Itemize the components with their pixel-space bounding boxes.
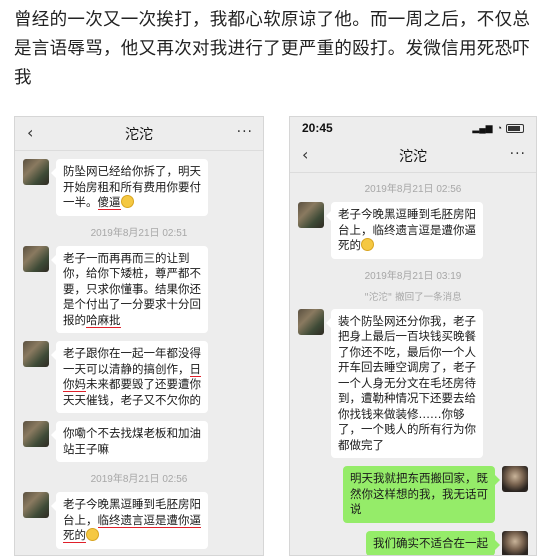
more-icon[interactable]: ··· bbox=[510, 146, 526, 162]
message-bubble-self[interactable]: 我们确实不适合在一起 bbox=[366, 530, 500, 555]
post-caption: 曾经的一次又一次挨打，我都心软原谅了他。而一周之后，不仅总是言语辱骂，他又再次对… bbox=[14, 10, 531, 88]
message-bubble[interactable]: 装个防坠网还分你我，老子把身上最后一百块钱买晚餐了你还不吃，最后你一个人开车回去… bbox=[326, 308, 483, 458]
more-icon[interactable]: ··· bbox=[237, 124, 253, 140]
timestamp: 2019年8月21日 03:19 bbox=[364, 270, 462, 282]
emoji-icon bbox=[120, 195, 134, 208]
message-row: 老子今晚黑逗睡到毛胚房阳台上，临终遗言逗是遭你逼死的 bbox=[298, 202, 528, 259]
timestamp: 2019年8月21日 02:51 bbox=[90, 227, 188, 239]
avatar[interactable] bbox=[23, 492, 49, 518]
emoji-icon bbox=[361, 238, 374, 251]
left-chat-screenshot: ‹ 沱沱 ··· 防坠网已经给你拆了，明天开始房租和所有费用你要付一半。傻逼 2… bbox=[14, 116, 264, 556]
timestamp: 2019年8月21日 02:56 bbox=[90, 474, 188, 485]
avatar[interactable] bbox=[502, 466, 528, 492]
chat-header: ‹ 沱沱 ··· bbox=[290, 139, 536, 173]
message-row: 装个防坠网还分你我，老子把身上最后一百块钱买晚餐了你还不吃，最后你一个人开车回去… bbox=[298, 308, 528, 458]
message-row: 防坠网已经给你拆了，明天开始房租和所有费用你要付一半。傻逼 bbox=[23, 159, 255, 216]
underlined-text: 傻逼 bbox=[97, 195, 121, 210]
underlined-text: 哈麻批 bbox=[86, 312, 121, 328]
emoji-icon bbox=[86, 528, 99, 541]
wifi-icon: ◔ bbox=[496, 123, 502, 133]
message-row-self: 明天我就把东西搬回家，既然你这样想的我，我无话可说 bbox=[298, 466, 528, 523]
message-bubble-self[interactable]: 明天我就把东西搬回家，既然你这样想的我，我无话可说 bbox=[343, 466, 500, 523]
chat-title: 沱沱 bbox=[399, 148, 427, 165]
message-bubble[interactable]: 老子一而再再而三的让到你，给你下矮桩，尊严都不要，只求你懂事。结果你还是个付出了… bbox=[51, 245, 208, 333]
avatar[interactable] bbox=[23, 421, 49, 447]
avatar[interactable] bbox=[502, 530, 528, 555]
message-bubble[interactable]: 防坠网已经给你拆了，明天开始房租和所有费用你要付一半。傻逼 bbox=[51, 159, 208, 216]
chevron-left-icon[interactable]: ‹ bbox=[27, 123, 33, 142]
message-row: 老子一而再再而三的让到你，给你下矮桩，尊严都不要，只求你懂事。结果你还是个付出了… bbox=[23, 245, 255, 333]
right-chat-screenshot: 20:45 ▂▄▆ ◔ ‹ 沱沱 ··· 2019年8月21日 02:56 老子… bbox=[289, 116, 537, 556]
timestamp: 2019年8月21日 02:56 bbox=[364, 184, 462, 195]
recall-notice: "沱沱" 撤回了一条消息 bbox=[364, 291, 462, 303]
chevron-left-icon[interactable]: ‹ bbox=[302, 145, 308, 164]
battery-icon bbox=[506, 123, 524, 133]
avatar[interactable] bbox=[23, 159, 49, 185]
chat-header: ‹ 沱沱 ··· bbox=[15, 117, 263, 151]
status-time: 20:45 bbox=[302, 121, 333, 135]
message-row: 老子今晚黑逗睡到毛胚房阳台上，临终遗言逗是遭你逼死的 bbox=[23, 492, 255, 549]
message-row: 你嘞个不去找煤老板和加油站王子嘛 bbox=[23, 421, 255, 462]
avatar[interactable] bbox=[23, 341, 49, 367]
message-bubble[interactable]: 老子今晚黑逗睡到毛胚房阳台上，临终遗言逗是遭你逼死的 bbox=[51, 492, 208, 549]
status-bar: 20:45 ▂▄▆ ◔ bbox=[290, 117, 536, 139]
message-bubble[interactable]: 老子跟你在一起一年都没得一天可以清静的搞创作，日你妈未来都要毁了还要遭你天天催钱… bbox=[51, 341, 208, 413]
message-bubble[interactable]: 老子今晚黑逗睡到毛胚房阳台上，临终遗言逗是遭你逼死的 bbox=[326, 202, 483, 259]
chat-title: 沱沱 bbox=[125, 126, 153, 143]
message-bubble[interactable]: 你嘞个不去找煤老板和加油站王子嘛 bbox=[51, 421, 208, 462]
signal-icon: ▂▄▆ bbox=[472, 122, 493, 133]
message-row-self: 我们确实不适合在一起 bbox=[298, 530, 528, 555]
avatar[interactable] bbox=[298, 308, 324, 335]
avatar[interactable] bbox=[23, 245, 49, 272]
message-row: 老子跟你在一起一年都没得一天可以清静的搞创作，日你妈未来都要毁了还要遭你天天催钱… bbox=[23, 341, 255, 413]
avatar[interactable] bbox=[298, 202, 324, 228]
